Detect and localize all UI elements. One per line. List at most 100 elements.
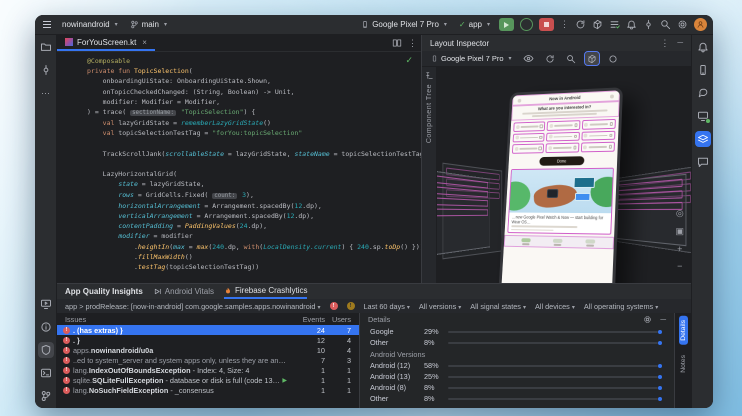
- filter-dropdown[interactable]: All operating systems: [584, 302, 658, 311]
- filter-dropdown[interactable]: All versions: [419, 302, 461, 311]
- editor-options-icon[interactable]: ⋮: [408, 38, 417, 49]
- process-selector[interactable]: Google Pixel 7 Pro: [428, 53, 515, 64]
- user-avatar[interactable]: [694, 18, 707, 31]
- tab-foryouscreen[interactable]: ForYouScreen.kt ×: [57, 35, 155, 51]
- person-icon: [696, 20, 705, 29]
- stop-button[interactable]: [539, 18, 554, 31]
- build-icon[interactable]: [592, 19, 603, 30]
- tab-label: ForYouScreen.kt: [77, 38, 136, 47]
- device-selector[interactable]: Google Pixel 7 Pro: [358, 19, 450, 30]
- details-settings-gear-icon[interactable]: [643, 315, 652, 324]
- flame-icon: [224, 286, 232, 296]
- project-tool-icon[interactable]: [38, 39, 54, 55]
- component-tree-strip[interactable]: Component Tree: [422, 67, 437, 283]
- code-line: modifier: Modifier = Modifier,: [87, 97, 421, 107]
- nonfatal-filter-icon[interactable]: !: [347, 302, 355, 310]
- issue-row[interactable]: ! lang.NoSuchFieldException - _consensus…: [57, 385, 359, 395]
- code-line: LazyHorizontalGrid(: [87, 169, 421, 179]
- run-button[interactable]: [499, 18, 514, 31]
- distribution-bar-row: Other 8%: [370, 337, 666, 348]
- sync-project-icon[interactable]: [575, 19, 586, 30]
- hide-panel-icon[interactable]: ─: [677, 38, 683, 49]
- more-run-options-icon[interactable]: ⋮: [560, 19, 569, 30]
- fatal-crash-icon: !: [63, 327, 70, 334]
- side-tab-notes[interactable]: Notes: [679, 351, 688, 377]
- notifications-tool-icon[interactable]: [695, 39, 711, 55]
- kotlin-file-icon: [65, 38, 73, 46]
- issue-row[interactable]: ! . } ▶ 12 4: [57, 335, 359, 345]
- issue-row[interactable]: ! apps.nowinandroid/u0a ▶ 10 4: [57, 345, 359, 355]
- issue-row[interactable]: ! lang.IndexOutOfBoundsException - Index…: [57, 365, 359, 375]
- profiler-button[interactable]: [520, 18, 533, 31]
- reset-view-icon[interactable]: ◎: [676, 208, 684, 219]
- app-quality-insights-tool-icon[interactable]: [38, 342, 54, 358]
- problems-tool-icon[interactable]: [38, 319, 54, 335]
- zoom-out-icon[interactable]: −: [677, 261, 682, 271]
- commit-icon[interactable]: [643, 19, 654, 30]
- close-tab-icon[interactable]: ×: [142, 38, 147, 47]
- side-tab-details[interactable]: Details: [679, 316, 688, 345]
- version-control-tool-icon[interactable]: [38, 388, 54, 404]
- notifications-bell-icon[interactable]: [626, 19, 637, 30]
- project-selector[interactable]: nowinandroid: [59, 19, 121, 30]
- running-devices-tool-icon[interactable]: [38, 296, 54, 312]
- fit-screen-icon[interactable]: ▣: [675, 226, 684, 237]
- filter-dropdown[interactable]: All signal states: [470, 302, 526, 311]
- code-editor[interactable]: ✓ @Composableprivate fun TopicSelection(…: [57, 52, 421, 283]
- run-config-selector[interactable]: ✓ app: [456, 19, 493, 30]
- phone-card-image: [509, 168, 612, 213]
- distribution-bar: [448, 365, 658, 367]
- zoom-to-fit-icon[interactable]: [564, 52, 578, 65]
- search-icon[interactable]: [660, 19, 671, 30]
- chat-bubble-icon: [697, 156, 709, 168]
- running-devices-tool-icon[interactable]: [695, 108, 711, 124]
- collapse-details-icon[interactable]: ─: [660, 315, 666, 324]
- commit-tool-icon[interactable]: [38, 62, 54, 78]
- view-options-eye-icon[interactable]: [522, 52, 536, 65]
- editor-tab-bar: ForYouScreen.kt × ⋮: [57, 35, 421, 52]
- distribution-name: Android (12): [370, 361, 424, 370]
- branch-selector[interactable]: main: [127, 19, 170, 30]
- app-variant-selector[interactable]: app > prodRelease: [now-in-android] com.…: [65, 302, 321, 311]
- phone-topic-chip: [512, 144, 544, 154]
- split-editor-icon[interactable]: [392, 38, 402, 48]
- distribution-percent: 58%: [424, 361, 448, 370]
- issue-row[interactable]: ! . (has extras) } ▶ 24 7: [57, 325, 359, 335]
- zoom-in-icon[interactable]: +: [677, 244, 682, 254]
- git-branch-icon: [130, 20, 139, 29]
- fatal-filter-icon[interactable]: !: [330, 302, 338, 310]
- folder-icon: [40, 41, 52, 53]
- hamburger-menu-icon[interactable]: [41, 19, 53, 30]
- phone-bottom-nav: [504, 235, 614, 249]
- tab-android-vitals[interactable]: Android Vitals: [153, 284, 214, 299]
- issue-events-count: 12: [289, 336, 325, 345]
- filter-dropdown[interactable]: All devices: [535, 302, 575, 311]
- todo-list-icon[interactable]: [609, 19, 620, 30]
- fatal-crash-icon: !: [63, 367, 70, 374]
- live-updates-icon[interactable]: [606, 52, 620, 65]
- 3d-mode-icon[interactable]: [585, 52, 599, 65]
- gradle-tool-icon[interactable]: [695, 85, 711, 101]
- device-manager-tool-icon[interactable]: [695, 62, 711, 78]
- layout-inspector-title: Layout Inspector: [430, 39, 489, 48]
- issue-row[interactable]: ! ..ed to system_server and system apps …: [57, 355, 359, 365]
- distribution-percent: 8%: [424, 383, 448, 392]
- panel-options-icon[interactable]: ⋮: [660, 38, 669, 49]
- phone-topic-chip: [581, 142, 615, 152]
- tab-firebase-crashlytics[interactable]: Firebase Crashlytics: [224, 284, 307, 299]
- issue-row[interactable]: ! sqlite.SQLiteFullException - database …: [57, 375, 359, 385]
- layout-inspector-tool-icon[interactable]: [695, 131, 711, 147]
- refresh-icon[interactable]: [543, 52, 557, 65]
- distribution-name: Android (8): [370, 383, 424, 392]
- inspector-viewport[interactable]: Now in Android What are you interested i…: [437, 67, 691, 283]
- terminal-tool-icon[interactable]: [38, 365, 54, 381]
- more-tools-icon[interactable]: ⋯: [38, 85, 54, 101]
- settings-gear-icon[interactable]: [677, 19, 688, 30]
- assistant-tool-icon[interactable]: [695, 154, 711, 170]
- code-line: .testTag(topicSelectionTestTag)): [87, 262, 421, 272]
- wireframe-layer: [437, 170, 490, 255]
- inspections-ok-icon[interactable]: ✓: [405, 55, 413, 66]
- device-screen-render[interactable]: Now in Android What are you interested i…: [498, 87, 623, 283]
- filter-dropdown[interactable]: Last 60 days: [364, 302, 410, 311]
- distribution-bar: [448, 342, 658, 344]
